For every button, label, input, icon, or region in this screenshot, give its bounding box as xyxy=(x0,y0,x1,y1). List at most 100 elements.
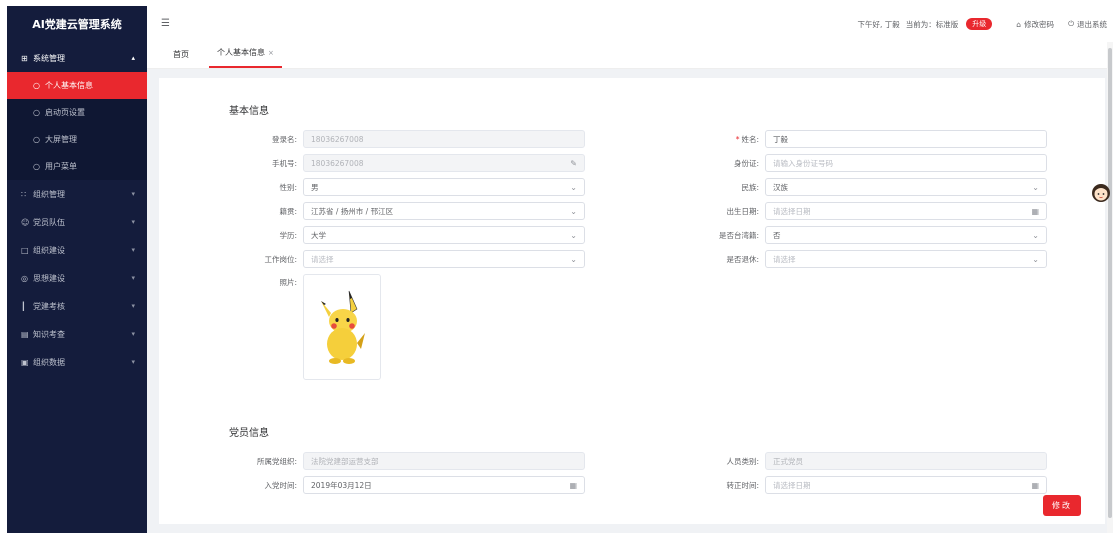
join-datepicker[interactable]: 2019年03月12日 ▦ xyxy=(303,476,585,494)
sidebar-group-ideology[interactable]: ◎ 思想建设 ▾ xyxy=(7,264,147,292)
phone-field: 18036267008 ✎ xyxy=(303,154,585,172)
name-row: * 姓名: 丁毅 xyxy=(705,130,1047,148)
sidebar-item-profile[interactable]: ○ 个人基本信息 xyxy=(7,72,147,99)
chevron-down-icon: ▾ xyxy=(131,274,135,282)
job-row: 工作岗位: 请选择 ⌄ xyxy=(243,250,585,268)
birth-label: 出生日期: xyxy=(726,206,759,216)
lock-icon: ⌂ xyxy=(1016,19,1022,29)
calendar-icon: ▦ xyxy=(1031,480,1039,490)
sidebar-group-members[interactable]: ☺ 党员队伍 ▾ xyxy=(7,208,147,236)
edit-icon[interactable]: ✎ xyxy=(570,159,577,168)
sidebar-group-label: 组织管理 xyxy=(33,189,65,199)
org-field: 法院党建部运营支部 xyxy=(303,452,585,470)
name-field[interactable]: 丁毅 xyxy=(765,130,1047,148)
photo-label: 照片: xyxy=(279,278,297,287)
sidebar-item-label: 大屏管理 xyxy=(45,135,77,144)
formal-datepicker[interactable]: 请选择日期 ▦ xyxy=(765,476,1047,494)
edu-select[interactable]: 大学 ⌄ xyxy=(303,226,585,244)
name-label-text: 姓名: xyxy=(741,134,759,144)
tab-profile[interactable]: 个人基本信息 × xyxy=(209,47,282,68)
assistant-avatar-icon[interactable] xyxy=(1091,182,1111,204)
tab-home[interactable]: 首页 xyxy=(165,49,197,68)
edu-value: 大学 xyxy=(311,230,326,240)
native-cascader[interactable]: 江苏省 / 扬州市 / 邗江区 ⌄ xyxy=(303,202,585,220)
gender-value: 男 xyxy=(311,182,319,192)
calendar-icon: ▦ xyxy=(569,480,577,490)
sidebar-group-org[interactable]: ∷ 组织管理 ▾ xyxy=(7,180,147,208)
close-icon[interactable]: × xyxy=(268,49,274,57)
sidebar-item-screen[interactable]: ○ 大屏管理 xyxy=(7,126,147,153)
type-label: 人员类别: xyxy=(726,456,759,466)
sidebar-group-system[interactable]: ⊞ 系统管理 ▴ xyxy=(7,44,147,72)
basic-info-title: 基本信息 xyxy=(229,106,269,117)
chevron-down-icon: ▾ xyxy=(131,358,135,366)
retired-label: 是否退休: xyxy=(726,254,759,264)
idcard-row: 身份证: 请输入身份证号码 xyxy=(705,154,1047,172)
sidebar-group-label: 思想建设 xyxy=(33,273,65,283)
name-label: * 姓名: xyxy=(735,134,759,144)
phone-label: 手机号: xyxy=(271,158,297,168)
sidebar-item-label: 启动页设置 xyxy=(45,108,85,117)
join-value: 2019年03月12日 xyxy=(311,480,372,490)
taiwan-value: 否 xyxy=(773,230,781,240)
calendar-icon: ▦ xyxy=(1031,206,1039,216)
idcard-label: 身份证: xyxy=(733,158,759,168)
ethnic-select[interactable]: 汉族 ⌄ xyxy=(765,178,1047,196)
birth-datepicker[interactable]: 请选择日期 ▦ xyxy=(765,202,1047,220)
change-password-link[interactable]: ⌂ 修改密码 xyxy=(1016,19,1054,30)
org-label: 所属党组织: xyxy=(256,456,297,466)
sidebar-group-label: 党员队伍 xyxy=(33,217,65,227)
greeting: 下午好, 丁毅 xyxy=(857,19,900,29)
chevron-down-icon: ⌄ xyxy=(570,254,577,264)
edit-button[interactable]: 修改 xyxy=(1043,495,1081,516)
sidebar-group-assess[interactable]: ┃ 党建考核 ▾ xyxy=(7,292,147,320)
chevron-down-icon: ⌄ xyxy=(570,230,577,240)
org-row: 所属党组织: 法院党建部运营支部 xyxy=(243,452,585,470)
native-row: 籍贯: 江苏省 / 扬州市 / 邗江区 ⌄ xyxy=(243,202,585,220)
chevron-down-icon: ⌄ xyxy=(570,206,577,216)
sidebar-item-splash[interactable]: ○ 启动页设置 xyxy=(7,99,147,126)
gender-select[interactable]: 男 ⌄ xyxy=(303,178,585,196)
sidebar-group-data[interactable]: ▣ 组织数据 ▾ xyxy=(7,348,147,376)
data-icon: ▣ xyxy=(21,357,29,367)
bar-chart-icon: ┃ xyxy=(21,301,26,311)
job-label: 工作岗位: xyxy=(264,254,297,264)
top-header: ☰ 下午好, 丁毅 当前为：标准版 升级 ⌂ 修改密码 ⏻ 退出系统 xyxy=(147,6,1113,42)
gender-row: 性别: 男 ⌄ xyxy=(243,178,585,196)
sidebar-group-label: 组织建设 xyxy=(33,245,65,255)
power-icon: ⏻ xyxy=(1068,19,1074,28)
logout-link[interactable]: ⏻ 退出系统 xyxy=(1068,19,1107,30)
sidebar-item-label: 个人基本信息 xyxy=(45,81,93,90)
type-row: 人员类别: 正式党员 xyxy=(705,452,1047,470)
ethnic-row: 民族: 汉族 ⌄ xyxy=(705,178,1047,196)
circle-icon: ○ xyxy=(33,81,40,90)
sidebar-group-knowledge[interactable]: ▤ 知识考查 ▾ xyxy=(7,320,147,348)
chevron-down-icon: ▾ xyxy=(131,246,135,254)
type-value: 正式党员 xyxy=(773,456,803,466)
native-label: 籍贯: xyxy=(279,206,297,216)
taiwan-select[interactable]: 否 ⌄ xyxy=(765,226,1047,244)
person-icon: ☺ xyxy=(21,217,30,227)
chevron-down-icon: ▾ xyxy=(131,218,135,226)
scrollbar-thumb[interactable] xyxy=(1108,48,1112,518)
taiwan-row: 是否台湾籍: 否 ⌄ xyxy=(705,226,1047,244)
idcard-field[interactable]: 请输入身份证号码 xyxy=(765,154,1047,172)
sidebar-item-usermenu[interactable]: ○ 用户菜单 xyxy=(7,153,147,180)
chevron-down-icon: ▾ xyxy=(131,302,135,310)
formal-label: 转正时间: xyxy=(726,480,759,490)
change-password-label: 修改密码 xyxy=(1024,19,1055,29)
login-value: 18036267008 xyxy=(311,134,364,144)
job-select[interactable]: 请选择 ⌄ xyxy=(303,250,585,268)
join-row: 入党时间: 2019年03月12日 ▦ xyxy=(243,476,585,494)
upgrade-button[interactable]: 升级 xyxy=(966,18,993,30)
phone-value: 18036267008 xyxy=(311,158,364,168)
ethnic-value: 汉族 xyxy=(773,182,788,192)
idcard-placeholder: 请输入身份证号码 xyxy=(773,158,833,168)
login-row: 登录名: 18036267008 xyxy=(243,130,585,148)
photo-upload[interactable] xyxy=(303,274,381,380)
menu-toggle-icon[interactable]: ☰ xyxy=(161,18,170,29)
taiwan-label: 是否台湾籍: xyxy=(718,230,759,240)
sidebar-group-build[interactable]: □ 组织建设 ▾ xyxy=(7,236,147,264)
chevron-down-icon: ⌄ xyxy=(570,182,577,192)
retired-select[interactable]: 请选择 ⌄ xyxy=(765,250,1047,268)
